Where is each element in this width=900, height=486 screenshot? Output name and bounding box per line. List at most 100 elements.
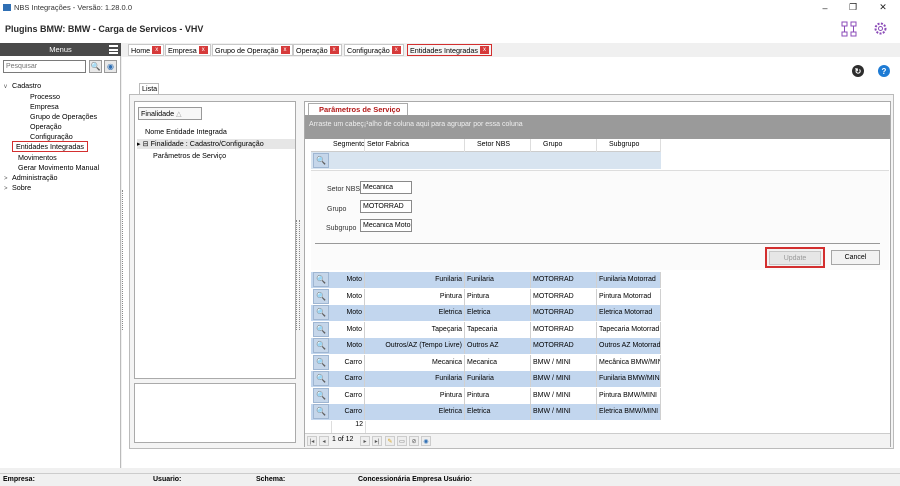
row-count: 12 bbox=[331, 421, 366, 433]
tab-entidades-integradas[interactable]: Entidades Integradas x bbox=[407, 44, 492, 56]
tree-item-grupo-operacoes[interactable]: Grupo de Operações bbox=[30, 112, 97, 121]
search-icon[interactable]: 🔍 bbox=[313, 272, 329, 287]
entity-list-pane: Finalidade △ Nome Entidade Integrada ▸ ⊟… bbox=[134, 101, 296, 379]
tree-item-cadastro[interactable]: v Cadastro bbox=[4, 81, 41, 90]
status-empresa: Empresa: bbox=[3, 476, 35, 483]
window-titlebar: NBS Integrações - Versão: 1.28.0.0 – ❐ ✕ bbox=[0, 0, 900, 15]
filter-row: 🔍 bbox=[311, 152, 661, 169]
help-icon[interactable]: ? bbox=[878, 65, 890, 77]
search-icon[interactable]: 🔍 bbox=[313, 338, 329, 353]
search-icon[interactable]: 🔍 bbox=[89, 60, 102, 73]
refresh-icon[interactable]: ◉ bbox=[421, 436, 431, 446]
tab-empresa[interactable]: Empresa x bbox=[165, 44, 211, 56]
save-icon[interactable]: ▭ bbox=[397, 436, 407, 446]
tree-item-gerar-movimento[interactable]: Gerar Movimento Manual bbox=[18, 163, 99, 172]
col-segmento[interactable]: Segmento bbox=[331, 139, 365, 152]
cancel-button[interactable]: Cancel bbox=[831, 250, 880, 265]
search-icon[interactable]: 🔍 bbox=[313, 371, 329, 386]
col-subgrupo[interactable]: Subgrupo bbox=[597, 139, 661, 152]
tree-item-configuracao[interactable]: Configuração bbox=[30, 132, 73, 141]
edit-icon[interactable]: ✎ bbox=[385, 436, 395, 446]
table-row[interactable]: 🔍 Carro Funilaria Funilaria BMW / MINI F… bbox=[311, 371, 661, 387]
tree-item-operacao[interactable]: Operação bbox=[30, 122, 62, 131]
detail-pane bbox=[134, 383, 296, 443]
search-icon[interactable]: 🔍 bbox=[313, 355, 329, 370]
chevron-right-icon: > bbox=[4, 176, 8, 182]
table-row[interactable]: 🔍 Moto Tapeçaria Tapecaria MOTORRAD Tape… bbox=[311, 322, 661, 338]
col-setor-nbs[interactable]: Setor NBS bbox=[465, 139, 531, 152]
search-input[interactable] bbox=[3, 60, 86, 73]
sort-icon: △ bbox=[176, 109, 182, 118]
app-header: Plugins BMW: BMW - Carga de Servicos - V… bbox=[0, 15, 900, 43]
grupo-label: Grupo bbox=[327, 206, 347, 213]
search-icon[interactable]: 🔍 bbox=[313, 404, 329, 419]
table-row[interactable]: 🔍 Moto Outros/AZ (Tempo Livre) Outros AZ… bbox=[311, 338, 661, 354]
update-button[interactable]: Update bbox=[765, 247, 825, 268]
tab-home[interactable]: Home x bbox=[128, 44, 165, 56]
close-tab-icon[interactable]: x bbox=[329, 46, 339, 54]
list-item[interactable]: Parâmetros de Serviço bbox=[153, 151, 226, 160]
close-tab-icon[interactable]: x bbox=[391, 46, 401, 54]
close-tab-icon[interactable]: x bbox=[280, 46, 290, 54]
tree-item-movimentos[interactable]: Movimentos bbox=[18, 153, 57, 162]
refresh-icon[interactable]: ◉ bbox=[104, 60, 117, 73]
table-row[interactable]: 🔍 Carro Eletrica Eletrica BMW / MINI Ele… bbox=[311, 404, 661, 420]
search-icon[interactable]: 🔍 bbox=[313, 289, 329, 304]
table-row[interactable]: 🔍 Moto Pintura Pintura MOTORRAD Pintura … bbox=[311, 289, 661, 305]
status-concessionaria: Concessionária Empresa Usuário: bbox=[358, 476, 472, 483]
window-title: NBS Integrações - Versão: 1.28.0.0 bbox=[14, 3, 132, 12]
restore-button[interactable]: ❐ bbox=[838, 0, 868, 15]
close-button[interactable]: ✕ bbox=[868, 0, 898, 15]
last-page-icon[interactable]: ▸| bbox=[372, 436, 382, 446]
status-usuario: Usuario: bbox=[153, 476, 182, 483]
table-row[interactable]: 🔍 Moto Eletrica Eletrica MOTORRAD Eletri… bbox=[311, 305, 661, 321]
grupo-field[interactable] bbox=[360, 200, 412, 213]
minimize-button[interactable]: – bbox=[810, 0, 840, 15]
prev-page-icon[interactable]: ◂ bbox=[319, 436, 329, 446]
subgrupo-field[interactable] bbox=[360, 219, 412, 232]
tab-strip: Home x Empresa x Grupo de Operação x Operaç… bbox=[122, 43, 900, 57]
tab-grupo-operacao[interactable]: Grupo de Operação x bbox=[212, 44, 293, 56]
table-row[interactable]: 🔍 Carro Mecanica Mecanica BMW / MINI Mec… bbox=[311, 355, 661, 371]
column-header[interactable]: Nome Entidade Integrada bbox=[145, 127, 227, 136]
cancel-icon[interactable]: ⊘ bbox=[409, 436, 419, 446]
tree-item-sobre[interactable]: > Sobre bbox=[4, 183, 31, 192]
setor-nbs-field[interactable] bbox=[360, 181, 412, 194]
chevron-down-icon: v bbox=[4, 84, 7, 90]
pager: |◂ ◂ ▸ ▸| ✎ ▭ ⊘ ◉ bbox=[305, 433, 890, 448]
pane-splitter[interactable] bbox=[296, 220, 300, 330]
tab-parametros-servico[interactable]: Parâmetros de Serviço bbox=[308, 103, 408, 115]
expand-icon[interactable]: ▸ ⊟ bbox=[137, 139, 149, 148]
gear-icon[interactable] bbox=[872, 20, 889, 37]
flow-icon[interactable] bbox=[841, 21, 857, 37]
tree-item-entidades-integradas[interactable]: Entidades Integradas bbox=[12, 141, 88, 152]
close-tab-icon[interactable]: x bbox=[198, 46, 208, 54]
col-grupo[interactable]: Grupo bbox=[531, 139, 597, 152]
close-tab-icon[interactable]: x bbox=[152, 46, 162, 54]
sidebar-splitter[interactable] bbox=[122, 190, 128, 330]
table-row[interactable]: 🔍 Moto Funilaria Funilaria MOTORRAD Funi… bbox=[311, 272, 661, 288]
col-setor-fabrica[interactable]: Setor Fabrica bbox=[365, 139, 465, 152]
group-row[interactable]: ▸ ⊟ Finalidade : Cadastro/Configuração bbox=[137, 139, 295, 149]
hamburger-icon[interactable] bbox=[109, 45, 118, 54]
search-icon[interactable]: 🔍 bbox=[313, 305, 329, 320]
tree-item-empresa[interactable]: Empresa bbox=[30, 102, 59, 111]
search-icon[interactable]: 🔍 bbox=[313, 153, 329, 168]
search-icon[interactable]: 🔍 bbox=[313, 388, 329, 403]
table-row[interactable]: 🔍 Carro Pintura Pintura BMW / MINI Pintu… bbox=[311, 388, 661, 404]
page-title: Plugins BMW: BMW - Carga de Servicos - V… bbox=[5, 24, 204, 34]
tree-item-administracao[interactable]: > Administração bbox=[4, 173, 58, 182]
group-by-box[interactable]: Finalidade △ bbox=[138, 107, 202, 120]
subgrupo-label: Subgrupo bbox=[326, 225, 357, 232]
tab-operacao[interactable]: Operação x bbox=[293, 44, 342, 56]
refresh-icon[interactable]: ↻ bbox=[852, 65, 864, 77]
menus-label: Menus bbox=[49, 45, 72, 54]
tab-configuracao[interactable]: Configuração x bbox=[344, 44, 404, 56]
first-page-icon[interactable]: |◂ bbox=[307, 436, 317, 446]
search-icon[interactable]: 🔍 bbox=[313, 322, 329, 337]
close-tab-icon[interactable]: x bbox=[479, 46, 489, 54]
tree-item-processo[interactable]: Processo bbox=[30, 92, 60, 101]
app-icon bbox=[3, 4, 11, 11]
next-page-icon[interactable]: ▸ bbox=[360, 436, 370, 446]
groupby-area: Arraste um cabeç¡¹alho de coluna aqui pa… bbox=[305, 115, 890, 139]
